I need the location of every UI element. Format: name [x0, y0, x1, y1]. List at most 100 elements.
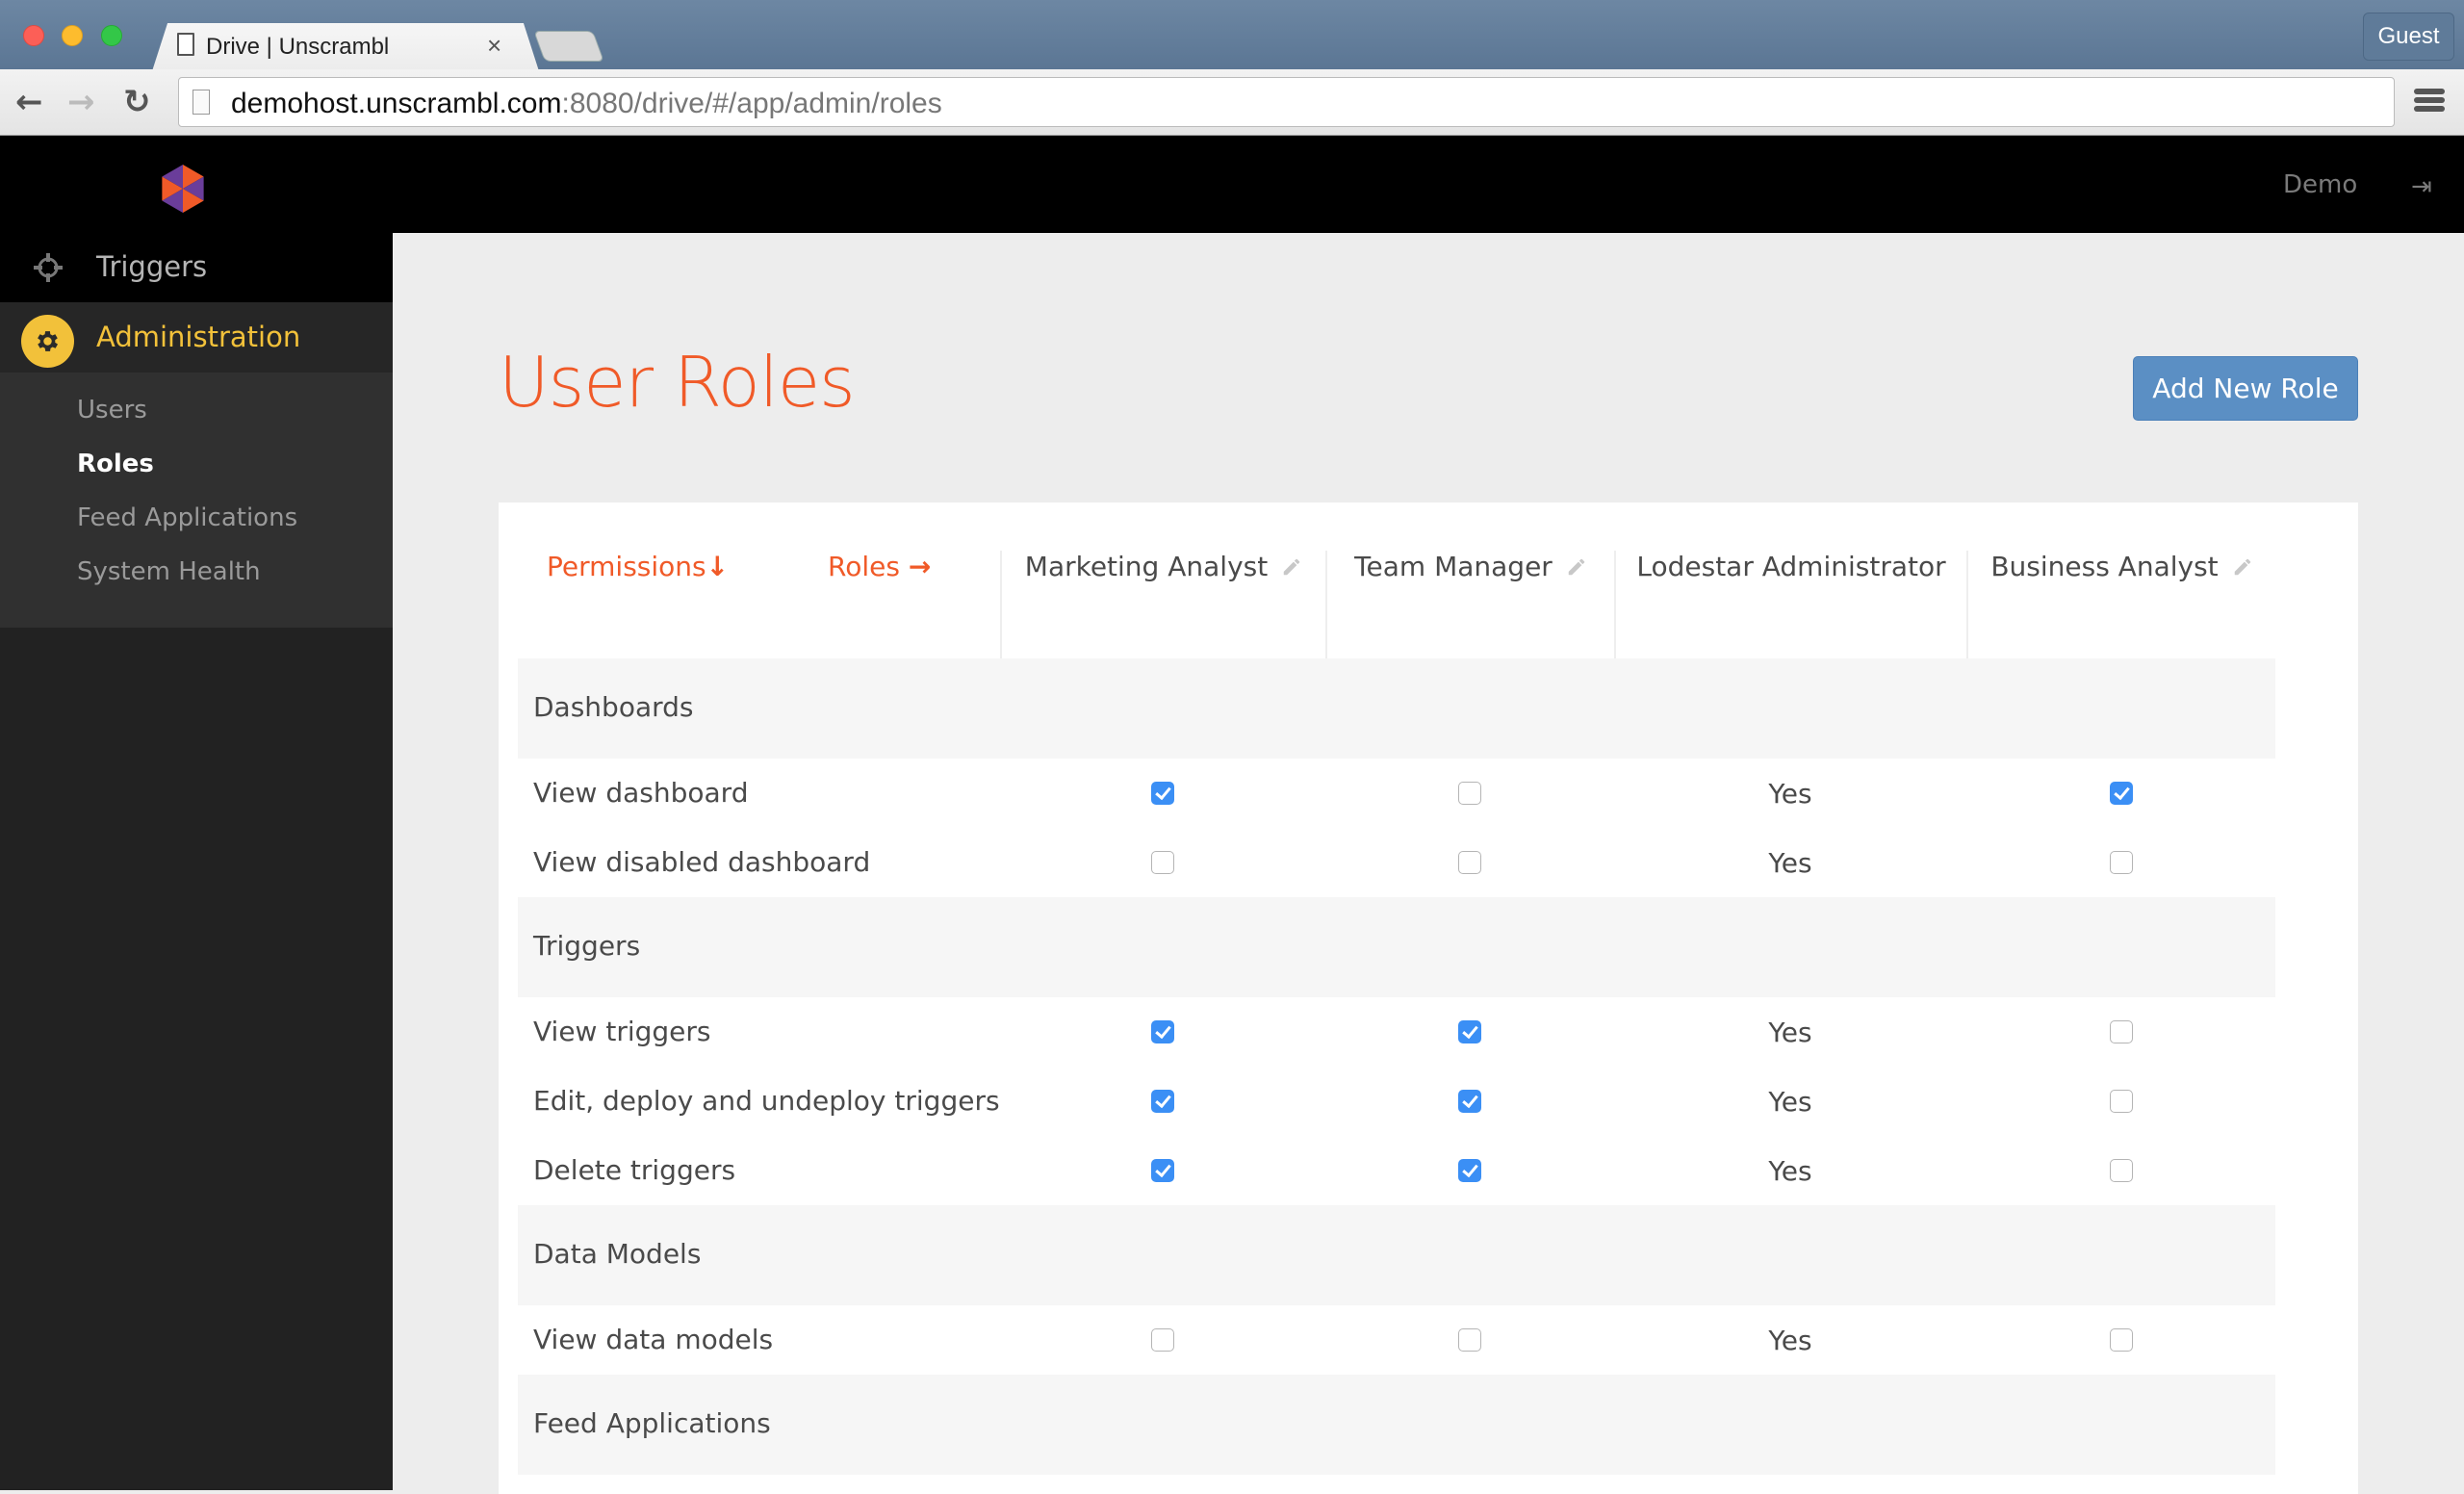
- permission-checkbox-unchecked[interactable]: [2109, 1159, 2133, 1182]
- maximize-window-button[interactable]: [101, 25, 122, 46]
- permission-row: View disabled dashboard Yes: [518, 828, 2275, 897]
- roles-header: Roles →: [828, 551, 931, 658]
- permission-cell: [1325, 1067, 1614, 1136]
- permission-checkbox-unchecked[interactable]: [2109, 1090, 2133, 1113]
- role-name: Team Manager: [1354, 551, 1553, 582]
- profile-button[interactable]: Guest: [2363, 13, 2454, 61]
- permission-cell: [1000, 1136, 1325, 1205]
- permission-label: View triggers: [533, 1016, 711, 1047]
- edit-role-pencil-icon[interactable]: [1281, 553, 1302, 584]
- gear-icon: [21, 315, 74, 368]
- permissions-header: Permissions↓: [547, 551, 729, 658]
- user-name[interactable]: Demo: [2283, 170, 2357, 199]
- permission-checkbox-checked[interactable]: [1151, 1090, 1174, 1113]
- permission-row: View dashboard Yes: [518, 759, 2275, 828]
- permission-row: Delete triggers Yes: [518, 1136, 2275, 1205]
- permission-fixed-value: Yes: [1768, 846, 1812, 879]
- edit-role-pencil-icon[interactable]: [1566, 553, 1587, 584]
- permission-cell: [1325, 759, 1614, 828]
- permission-checkbox-unchecked[interactable]: [2109, 1020, 2133, 1043]
- role-header: Lodestar Administrator: [1614, 551, 1966, 658]
- back-icon[interactable]: ←: [15, 83, 43, 121]
- permission-fixed-value: Yes: [1768, 1154, 1812, 1187]
- permission-cell: Yes: [1614, 1305, 1966, 1375]
- roles-card: Permissions↓ Roles → Marketing Analyst Te…: [499, 502, 2358, 1494]
- submenu-item-roles[interactable]: Roles: [77, 450, 154, 478]
- crosshair-icon: [34, 253, 63, 282]
- url-host: demohost.unscrambl.com: [231, 88, 562, 119]
- section-label: Data Models: [533, 1238, 702, 1270]
- sidebar-item-triggers[interactable]: Triggers: [0, 233, 393, 302]
- role-header: Business Analyst: [1966, 551, 2275, 658]
- forward-icon[interactable]: →: [67, 83, 95, 121]
- new-tab-button[interactable]: [533, 31, 604, 62]
- reload-icon[interactable]: ↻: [123, 83, 151, 121]
- browser-tab[interactable]: Drive | Unscrambl ×: [152, 23, 539, 71]
- permission-checkbox-unchecked[interactable]: [1458, 1328, 1481, 1352]
- logout-icon[interactable]: ⇥: [2411, 172, 2432, 201]
- permission-checkbox-checked[interactable]: [1151, 1159, 1174, 1182]
- admin-submenu: Users Roles Feed Applications System Hea…: [0, 373, 393, 628]
- section-label: Feed Applications: [533, 1407, 771, 1439]
- permission-section-row: Triggers: [518, 897, 2275, 997]
- permission-cell: Yes: [1614, 1067, 1966, 1136]
- permission-checkbox-checked[interactable]: [1458, 1020, 1481, 1043]
- sidebar-item-label: Administration: [96, 321, 301, 353]
- permission-checkbox-unchecked[interactable]: [1151, 1328, 1174, 1352]
- browser-titlebar: Drive | Unscrambl × Guest: [0, 0, 2464, 71]
- permission-checkbox-checked[interactable]: [2109, 782, 2133, 805]
- permission-fixed-value: Yes: [1768, 777, 1812, 810]
- browser-menu-icon[interactable]: [2414, 89, 2445, 116]
- permission-cell: [1966, 1305, 2275, 1375]
- permission-cell: Yes: [1614, 1136, 1966, 1205]
- address-bar[interactable]: demohost.unscrambl.com:8080/drive/#/app/…: [178, 77, 2395, 127]
- permission-cell: [1000, 828, 1325, 897]
- permission-cell: [1325, 1136, 1614, 1205]
- permission-cell: [1966, 997, 2275, 1067]
- permission-cell: Yes: [1614, 997, 1966, 1067]
- submenu-item-feed-applications[interactable]: Feed Applications: [77, 503, 297, 532]
- role-header: Marketing Analyst: [1000, 551, 1325, 658]
- permission-section-row: Feed Applications: [518, 1375, 2275, 1475]
- sidebar-item-administration[interactable]: Administration: [0, 302, 393, 373]
- permission-row: View triggers Yes: [518, 997, 2275, 1067]
- permissions-header-label: Permissions: [547, 551, 706, 582]
- roles-header-label: Roles: [828, 551, 900, 582]
- permission-label: View data models: [533, 1324, 774, 1355]
- edit-role-pencil-icon[interactable]: [2232, 553, 2253, 584]
- permission-section-row: Dashboards: [518, 658, 2275, 759]
- permission-checkbox-checked[interactable]: [1151, 1020, 1174, 1043]
- permission-checkbox-checked[interactable]: [1458, 1159, 1481, 1182]
- section-label: Dashboards: [533, 691, 694, 723]
- page-icon: [192, 90, 210, 115]
- logo-icon[interactable]: [160, 165, 206, 213]
- permission-cell: Yes: [1614, 828, 1966, 897]
- permission-checkbox-unchecked[interactable]: [2109, 1328, 2133, 1352]
- add-new-role-button[interactable]: Add New Role: [2133, 356, 2358, 421]
- role-name: Lodestar Administrator: [1636, 551, 1946, 582]
- submenu-item-system-health[interactable]: System Health: [77, 557, 261, 586]
- permission-label: View disabled dashboard: [533, 846, 871, 878]
- role-name: Marketing Analyst: [1024, 551, 1269, 582]
- submenu-item-users[interactable]: Users: [77, 396, 147, 425]
- permission-checkbox-unchecked[interactable]: [1458, 782, 1481, 805]
- permission-section-row: Data Models: [518, 1205, 2275, 1305]
- page-title: User Roles: [499, 342, 856, 423]
- permission-fixed-value: Yes: [1768, 1016, 1812, 1048]
- tab-close-icon[interactable]: ×: [487, 31, 501, 61]
- table-header: Permissions↓ Roles → Marketing Analyst Te…: [518, 551, 2275, 658]
- permission-checkbox-checked[interactable]: [1458, 1090, 1481, 1113]
- permission-checkbox-unchecked[interactable]: [1151, 851, 1174, 874]
- permission-row: View data models Yes: [518, 1305, 2275, 1375]
- permission-checkbox-checked[interactable]: [1151, 782, 1174, 805]
- section-label: Triggers: [533, 930, 641, 962]
- roles-table: Permissions↓ Roles → Marketing Analyst Te…: [518, 551, 2275, 1475]
- close-window-button[interactable]: [23, 25, 44, 46]
- permission-cell: [1966, 828, 2275, 897]
- permission-fixed-value: Yes: [1768, 1324, 1812, 1356]
- permission-checkbox-unchecked[interactable]: [2109, 851, 2133, 874]
- permission-checkbox-unchecked[interactable]: [1458, 851, 1481, 874]
- permission-cell: [1966, 1067, 2275, 1136]
- minimize-window-button[interactable]: [62, 25, 83, 46]
- role-header: Team Manager: [1325, 551, 1614, 658]
